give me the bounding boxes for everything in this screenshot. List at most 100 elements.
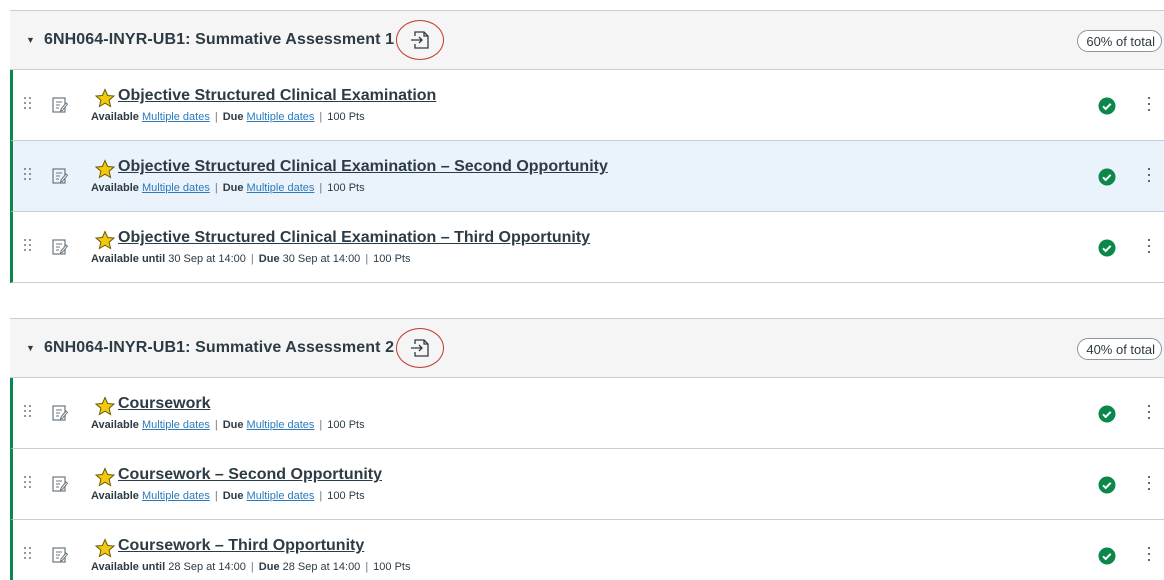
separator: | bbox=[214, 182, 218, 194]
kebab-menu-icon[interactable] bbox=[1147, 476, 1151, 492]
published-check-icon[interactable] bbox=[1098, 476, 1116, 494]
separator: | bbox=[365, 561, 369, 573]
separator: | bbox=[250, 561, 254, 573]
assignment-icon bbox=[52, 168, 68, 184]
export-icon[interactable] bbox=[410, 29, 430, 51]
assignment-row[interactable]: Objective Structured Clinical Examinatio… bbox=[10, 212, 1164, 283]
separator: | bbox=[214, 490, 218, 502]
published-check-icon[interactable] bbox=[1098, 97, 1116, 115]
assignment-title-link[interactable]: Objective Structured Clinical Examinatio… bbox=[118, 158, 608, 176]
availability-label: Available bbox=[91, 490, 139, 502]
export-icon-highlight[interactable] bbox=[396, 20, 445, 60]
separator: | bbox=[250, 253, 254, 265]
separator: | bbox=[319, 419, 323, 431]
availability-value: 30 Sep at 14:00 bbox=[168, 253, 246, 265]
assignment-group: ▼ 6NH064-INYR-UB1: Summative Assessment … bbox=[10, 10, 1164, 283]
star-icon[interactable] bbox=[94, 230, 116, 250]
assignment-group-title: 6NH064-INYR-UB1: Summative Assessment 2 bbox=[44, 339, 395, 356]
points-value: 100 Pts bbox=[327, 182, 365, 194]
separator: | bbox=[214, 111, 218, 123]
availability-value: 28 Sep at 14:00 bbox=[168, 561, 246, 573]
availability-dates-link[interactable]: Multiple dates bbox=[142, 419, 210, 431]
assignment-details: Available Multiple dates | Due Multiple da… bbox=[91, 490, 365, 502]
availability-label: Available until bbox=[91, 253, 166, 265]
assignment-title-link[interactable]: Coursework – Third Opportunity bbox=[118, 537, 364, 555]
assignment-title-link[interactable]: Objective Structured Clinical Examinatio… bbox=[118, 229, 590, 247]
assignment-group-header[interactable]: ▼ 6NH064-INYR-UB1: Summative Assessment … bbox=[10, 11, 1164, 70]
points-value: 100 Pts bbox=[327, 490, 365, 502]
due-value: 28 Sep at 14:00 bbox=[282, 561, 361, 573]
kebab-menu-icon[interactable] bbox=[1147, 97, 1151, 113]
assignment-icon bbox=[52, 476, 68, 492]
due-label: Due bbox=[222, 182, 244, 194]
caret-down-icon[interactable]: ▼ bbox=[26, 343, 36, 353]
availability-label: Available bbox=[91, 111, 139, 123]
group-weight-badge: 60% of total bbox=[1077, 30, 1162, 52]
star-icon[interactable] bbox=[94, 396, 116, 416]
kebab-menu-icon[interactable] bbox=[1147, 547, 1151, 563]
points-value: 100 Pts bbox=[373, 561, 411, 573]
assignment-row[interactable]: Objective Structured Clinical Examinatio… bbox=[10, 141, 1164, 212]
published-check-icon[interactable] bbox=[1098, 239, 1116, 257]
assignment-title-link[interactable]: Objective Structured Clinical Examinatio… bbox=[118, 87, 436, 105]
assignment-details: Available until 30 Sep at 14:00 | Due 30 S… bbox=[91, 253, 410, 265]
due-dates-link[interactable]: Multiple dates bbox=[247, 419, 315, 431]
assignment-row[interactable]: Objective Structured Clinical Examinatio… bbox=[10, 70, 1164, 141]
availability-dates-link[interactable]: Multiple dates bbox=[142, 490, 210, 502]
assignment-row[interactable]: Coursework – Third Opportunity Available… bbox=[10, 520, 1164, 580]
kebab-menu-icon[interactable] bbox=[1147, 405, 1151, 421]
assignment-icon bbox=[52, 547, 68, 563]
assignment-row[interactable]: Coursework Available Multiple dates | Due … bbox=[10, 378, 1164, 449]
assignment-group-title: 6NH064-INYR-UB1: Summative Assessment 1 bbox=[44, 31, 395, 48]
separator: | bbox=[319, 111, 323, 123]
star-icon[interactable] bbox=[94, 88, 116, 108]
star-icon[interactable] bbox=[94, 467, 116, 487]
due-label: Due bbox=[258, 561, 280, 573]
assignment-icon bbox=[52, 405, 68, 421]
assignment-details: Available Multiple dates | Due Multiple da… bbox=[91, 182, 365, 194]
assignment-details: Available Multiple dates | Due Multiple da… bbox=[91, 419, 365, 431]
assignment-group: ▼ 6NH064-INYR-UB1: Summative Assessment … bbox=[10, 318, 1164, 580]
assignment-details: Available until 28 Sep at 14:00 | Due 28 S… bbox=[91, 561, 410, 573]
drag-handle-icon[interactable] bbox=[24, 97, 34, 113]
published-check-icon[interactable] bbox=[1098, 168, 1116, 186]
separator: | bbox=[319, 182, 323, 194]
due-label: Due bbox=[258, 253, 280, 265]
kebab-menu-icon[interactable] bbox=[1147, 239, 1151, 255]
due-dates-link[interactable]: Multiple dates bbox=[247, 490, 315, 502]
star-icon[interactable] bbox=[94, 159, 116, 179]
star-icon[interactable] bbox=[94, 538, 116, 558]
assignment-title-link[interactable]: Coursework – Second Opportunity bbox=[118, 466, 382, 484]
published-check-icon[interactable] bbox=[1098, 547, 1116, 565]
drag-handle-icon[interactable] bbox=[24, 239, 34, 255]
published-check-icon[interactable] bbox=[1098, 405, 1116, 423]
availability-dates-link[interactable]: Multiple dates bbox=[142, 111, 210, 123]
points-value: 100 Pts bbox=[327, 419, 365, 431]
assignment-row[interactable]: Coursework – Second Opportunity Availabl… bbox=[10, 449, 1164, 520]
availability-label: Available bbox=[91, 182, 139, 194]
export-icon[interactable] bbox=[410, 337, 430, 359]
kebab-menu-icon[interactable] bbox=[1147, 168, 1151, 184]
due-label: Due bbox=[222, 490, 244, 502]
export-icon-highlight[interactable] bbox=[396, 328, 445, 368]
availability-label: Available until bbox=[91, 561, 166, 573]
assignment-details: Available Multiple dates | Due Multiple da… bbox=[91, 111, 365, 123]
separator: | bbox=[319, 490, 323, 502]
drag-handle-icon[interactable] bbox=[24, 168, 34, 184]
due-label: Due bbox=[222, 419, 244, 431]
drag-handle-icon[interactable] bbox=[24, 476, 34, 492]
separator: | bbox=[365, 253, 369, 265]
drag-handle-icon[interactable] bbox=[24, 547, 34, 563]
assignment-icon bbox=[52, 239, 68, 255]
points-value: 100 Pts bbox=[373, 253, 411, 265]
separator: | bbox=[214, 419, 218, 431]
assignment-title-link[interactable]: Coursework bbox=[118, 395, 210, 413]
points-value: 100 Pts bbox=[327, 111, 365, 123]
assignment-group-header[interactable]: ▼ 6NH064-INYR-UB1: Summative Assessment … bbox=[10, 319, 1164, 378]
availability-label: Available bbox=[91, 419, 139, 431]
caret-down-icon[interactable]: ▼ bbox=[26, 35, 36, 45]
drag-handle-icon[interactable] bbox=[24, 405, 34, 421]
due-dates-link[interactable]: Multiple dates bbox=[247, 111, 315, 123]
due-dates-link[interactable]: Multiple dates bbox=[247, 182, 315, 194]
availability-dates-link[interactable]: Multiple dates bbox=[142, 182, 210, 194]
